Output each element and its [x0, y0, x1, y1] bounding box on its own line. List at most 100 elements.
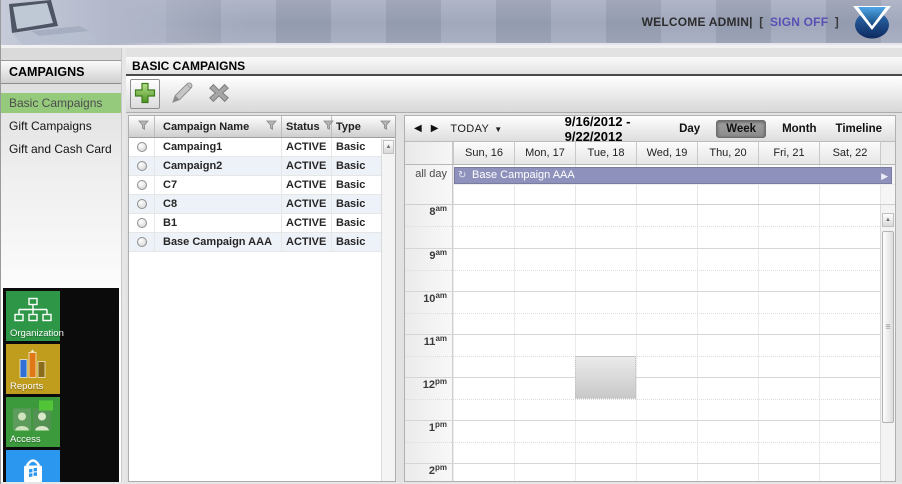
- sidebar-item-basic-campaigns[interactable]: Basic Campaigns: [1, 93, 121, 113]
- time-cell[interactable]: [636, 378, 697, 420]
- time-cell[interactable]: [819, 421, 880, 463]
- time-cell[interactable]: [453, 421, 514, 463]
- tile-campaigns[interactable]: Campaigns: [6, 450, 60, 482]
- scroll-thumb[interactable]: [882, 231, 894, 423]
- time-cell[interactable]: [453, 292, 514, 334]
- edit-button[interactable]: [167, 79, 197, 109]
- time-cell[interactable]: [697, 249, 758, 291]
- time-cell[interactable]: [514, 421, 575, 463]
- table-row[interactable]: Campaign2ACTIVEBasic: [129, 157, 381, 176]
- table-row[interactable]: C8ACTIVEBasic: [129, 195, 381, 214]
- time-cell[interactable]: [636, 205, 697, 248]
- time-cell[interactable]: [819, 205, 880, 248]
- time-cell[interactable]: [514, 335, 575, 377]
- table-row[interactable]: Base Campaign AAAACTIVEBasic: [129, 233, 381, 252]
- day-header-tue-18[interactable]: Tue, 18: [575, 142, 636, 164]
- time-cell[interactable]: [758, 421, 819, 463]
- row-radio-button[interactable]: [137, 199, 147, 209]
- time-cell[interactable]: [758, 335, 819, 377]
- filter-funnel-icon[interactable]: [138, 120, 149, 133]
- day-header-mon-17[interactable]: Mon, 17: [514, 142, 575, 164]
- sidebar-item-gift-and-cash-card[interactable]: Gift and Cash Card: [1, 139, 121, 159]
- time-cell[interactable]: [514, 292, 575, 334]
- time-cell[interactable]: [819, 378, 880, 420]
- row-radio-button[interactable]: [137, 180, 147, 190]
- time-cell[interactable]: [636, 249, 697, 291]
- tile-reports[interactable]: Reports: [6, 344, 60, 394]
- time-cell[interactable]: [575, 421, 636, 463]
- tile-organization[interactable]: Organization: [6, 291, 60, 341]
- day-header-sat-22[interactable]: Sat, 22: [819, 142, 880, 164]
- time-cell[interactable]: [758, 249, 819, 291]
- time-cell[interactable]: [453, 205, 514, 248]
- calendar-scrollbar[interactable]: ▲: [880, 205, 895, 481]
- time-cell[interactable]: [514, 378, 575, 420]
- row-radio-button[interactable]: [137, 237, 147, 247]
- time-cell[interactable]: [819, 292, 880, 334]
- time-cell[interactable]: [819, 335, 880, 377]
- time-cell[interactable]: [575, 464, 636, 481]
- column-header-select[interactable]: [129, 116, 155, 137]
- view-button-week[interactable]: Week: [716, 120, 766, 138]
- view-button-month[interactable]: Month: [779, 121, 819, 137]
- scroll-up-arrow[interactable]: ▲: [383, 140, 394, 154]
- delete-button[interactable]: [204, 79, 234, 109]
- time-cell[interactable]: [758, 464, 819, 481]
- row-radio-button[interactable]: [137, 218, 147, 228]
- time-cell[interactable]: [697, 421, 758, 463]
- table-row[interactable]: B1ACTIVEBasic: [129, 214, 381, 233]
- time-cell[interactable]: [453, 464, 514, 481]
- time-cell[interactable]: [636, 464, 697, 481]
- scroll-up-arrow[interactable]: ▲: [882, 213, 894, 227]
- add-button[interactable]: [130, 79, 160, 109]
- time-slot-selection[interactable]: [575, 356, 636, 399]
- time-cell[interactable]: [697, 335, 758, 377]
- table-row[interactable]: Campaing1ACTIVEBasic: [129, 138, 381, 157]
- prev-week-button[interactable]: ◀: [414, 123, 422, 134]
- time-cell[interactable]: [758, 378, 819, 420]
- time-cell[interactable]: [514, 205, 575, 248]
- today-button[interactable]: TODAY▼: [450, 123, 502, 135]
- day-header-sun-16[interactable]: Sun, 16: [453, 142, 514, 164]
- column-header-type[interactable]: Type: [332, 116, 395, 137]
- time-cell[interactable]: [575, 249, 636, 291]
- time-cell[interactable]: [697, 292, 758, 334]
- sign-off-link[interactable]: SIGN OFF: [770, 15, 828, 29]
- time-cell[interactable]: [697, 464, 758, 481]
- table-row[interactable]: C7ACTIVEBasic: [129, 176, 381, 195]
- body-row: CAMPAIGNS Basic CampaignsGift CampaignsG…: [1, 45, 902, 482]
- next-week-button[interactable]: ▶: [431, 123, 439, 134]
- filter-funnel-icon[interactable]: [266, 120, 277, 133]
- time-cell[interactable]: [636, 292, 697, 334]
- time-cell[interactable]: [575, 292, 636, 334]
- time-cell[interactable]: [514, 249, 575, 291]
- time-cell[interactable]: [697, 378, 758, 420]
- time-cell[interactable]: [575, 205, 636, 248]
- row-radio-button[interactable]: [137, 142, 147, 152]
- row-radio-button[interactable]: [137, 161, 147, 171]
- tile-access[interactable]: Access: [6, 397, 60, 447]
- all-day-event[interactable]: ↻ Base Campaign AAA ▶: [454, 167, 892, 184]
- time-cell[interactable]: [819, 464, 880, 481]
- time-cell[interactable]: [697, 205, 758, 248]
- day-header-wed-19[interactable]: Wed, 19: [636, 142, 697, 164]
- day-header-fri-21[interactable]: Fri, 21: [758, 142, 819, 164]
- sidebar-item-gift-campaigns[interactable]: Gift Campaigns: [1, 116, 121, 136]
- column-header-status[interactable]: Status: [282, 116, 332, 137]
- time-cell[interactable]: [636, 421, 697, 463]
- filter-funnel-icon[interactable]: [380, 120, 391, 133]
- view-button-timeline[interactable]: Timeline: [833, 121, 885, 137]
- view-button-day[interactable]: Day: [676, 121, 703, 137]
- time-cell[interactable]: [636, 335, 697, 377]
- time-cell[interactable]: [758, 205, 819, 248]
- time-cell[interactable]: [453, 378, 514, 420]
- time-cell[interactable]: [514, 464, 575, 481]
- time-cell[interactable]: [453, 249, 514, 291]
- column-header-campaign-name[interactable]: Campaign Name: [155, 116, 282, 137]
- time-cell[interactable]: [819, 249, 880, 291]
- table-scrollbar[interactable]: ▲: [381, 139, 395, 481]
- time-cell[interactable]: [453, 335, 514, 377]
- time-cell[interactable]: [758, 292, 819, 334]
- day-header-thu-20[interactable]: Thu, 20: [697, 142, 758, 164]
- day-header-row: Sun, 16Mon, 17Tue, 18Wed, 19Thu, 20Fri, …: [405, 142, 895, 165]
